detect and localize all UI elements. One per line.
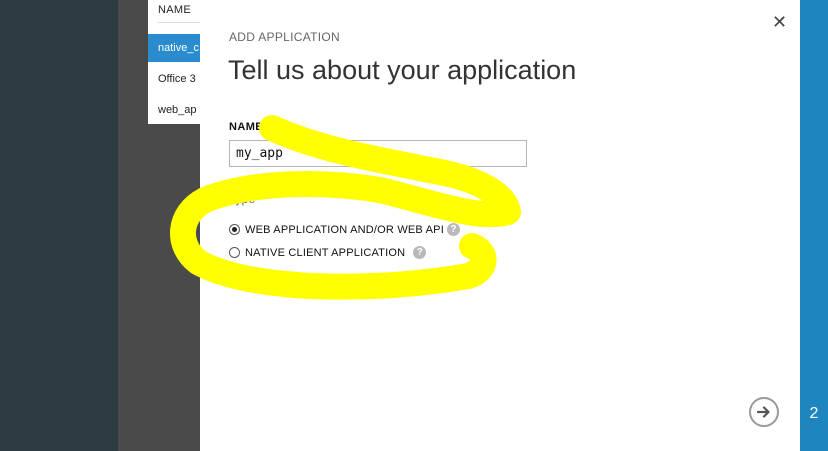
list-item[interactable]: native_c <box>148 34 200 62</box>
add-application-dialog: ADD APPLICATION ✕ Tell us about your app… <box>200 0 800 451</box>
radio-label: WEB APPLICATION AND/OR WEB API <box>245 223 444 236</box>
arrow-right-circle-icon <box>756 406 770 418</box>
next-button[interactable] <box>749 397 779 427</box>
left-nav-strip <box>0 0 118 451</box>
wizard-step-strip <box>800 0 828 451</box>
step-number: 2 <box>809 405 819 422</box>
list-item[interactable]: Office 3 <box>158 73 196 85</box>
radio-button[interactable] <box>229 224 240 235</box>
name-label: NAME <box>229 121 263 133</box>
help-icon[interactable]: ? <box>413 246 427 259</box>
dialog-kicker: ADD APPLICATION <box>229 30 340 44</box>
name-input[interactable] <box>229 140 527 167</box>
close-icon[interactable]: ✕ <box>772 12 787 33</box>
list-item[interactable]: web_ap <box>158 104 197 116</box>
radio-native-client[interactable]: NATIVE CLIENT APPLICATION ? <box>229 246 427 259</box>
background-app-list: NAME native_c Office 3 web_ap <box>148 0 200 124</box>
radio-label: NATIVE CLIENT APPLICATION <box>245 246 406 259</box>
type-label: Type <box>229 192 256 206</box>
list-header: NAME <box>158 4 200 23</box>
dialog-title: Tell us about your application <box>228 55 577 85</box>
help-icon[interactable]: ? <box>446 223 460 236</box>
radio-button[interactable] <box>229 247 240 258</box>
radio-web-application[interactable]: WEB APPLICATION AND/OR WEB API ? <box>229 223 460 236</box>
